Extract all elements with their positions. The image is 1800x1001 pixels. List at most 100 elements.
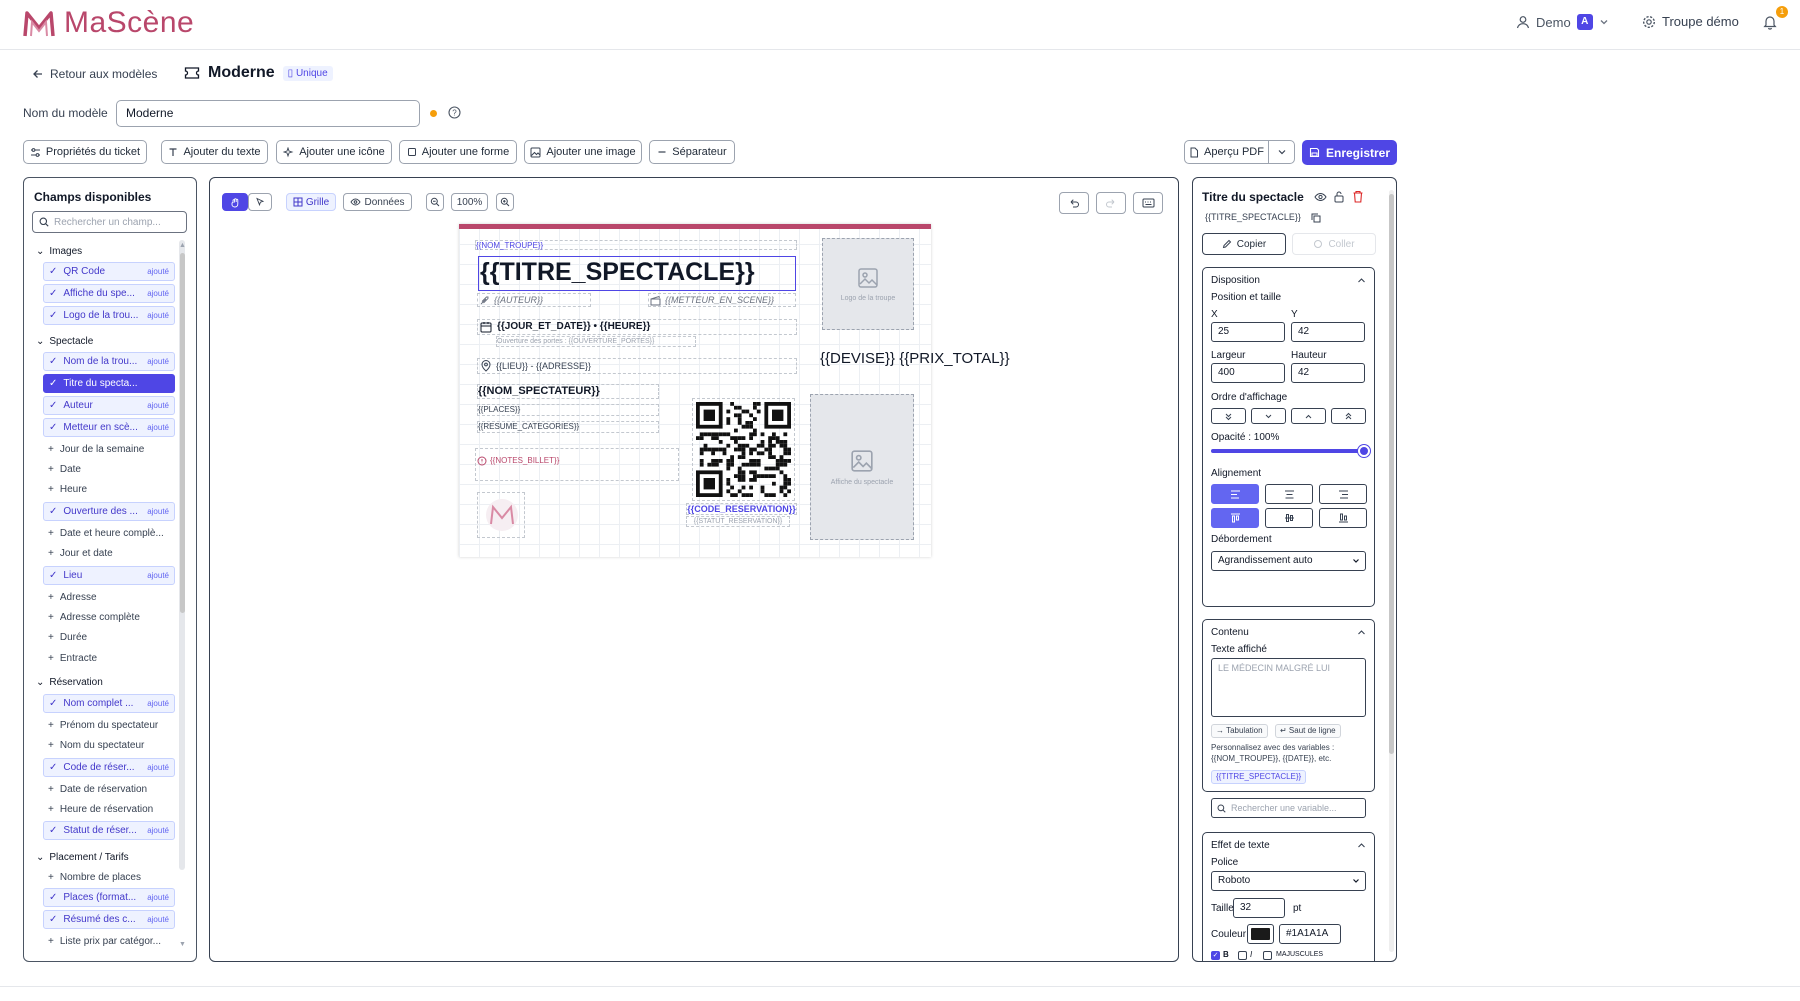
chevron-up-icon[interactable] <box>1357 841 1366 850</box>
newline-chip[interactable]: ↵ Saut de ligne <box>1275 724 1341 738</box>
field-nom-spectateur[interactable]: + Nom du spectateur <box>43 736 175 755</box>
ticket-ouverture[interactable]: Ouverture des portes : {{OUVERTURE_PORTE… <box>496 336 696 347</box>
y-input[interactable]: 42 <box>1291 322 1365 342</box>
ticket-statut[interactable]: {{STATUT_RESERVATION}} <box>686 516 790 527</box>
field-titre-spectacle[interactable]: ✓ Titre du specta... <box>43 374 175 393</box>
brand-logo-icon[interactable] <box>22 8 56 40</box>
data-toggle[interactable]: Données <box>343 193 412 211</box>
field-heure-reservation[interactable]: + Heure de réservation <box>43 800 175 819</box>
section-title[interactable]: Contenu <box>1211 627 1249 638</box>
ticket-jour-heure[interactable]: {{JOUR_ET_DATE}} • {{HEURE}} <box>477 319 797 335</box>
field-code-reservation[interactable]: ✓ Code de réser... ajouté <box>43 758 175 777</box>
scrollbar-thumb[interactable] <box>1389 194 1394 754</box>
field-lieu[interactable]: ✓ Lieu ajouté <box>43 566 175 585</box>
troupe-menu[interactable]: Troupe démo <box>1642 14 1739 29</box>
opacity-slider[interactable] <box>1211 445 1370 457</box>
field-qr-code[interactable]: ✓ QR Code ajouté <box>43 262 175 281</box>
scroll-down-icon[interactable]: ▼ <box>179 941 186 948</box>
zoom-level[interactable]: 100% <box>451 193 488 211</box>
undo-button[interactable] <box>1059 192 1089 214</box>
group-reservation[interactable]: ⌄ Réservation <box>36 677 103 688</box>
chevron-up-icon[interactable] <box>1357 276 1366 285</box>
uppercase-checkbox[interactable] <box>1263 951 1272 960</box>
group-images[interactable]: ⌄ Images <box>36 246 82 257</box>
send-backward-button[interactable] <box>1251 408 1286 424</box>
field-jour-date[interactable]: + Jour et date <box>43 544 175 563</box>
scroll-up-icon[interactable]: ▲ <box>179 242 186 249</box>
field-ouverture[interactable]: ✓ Ouverture des ... ajouté <box>43 502 175 521</box>
copy-icon[interactable] <box>1311 213 1321 223</box>
italic-checkbox[interactable] <box>1238 951 1247 960</box>
paste-style-button[interactable]: Coller <box>1292 233 1376 255</box>
ticket-code-reservation[interactable]: {{CODE_RESERVATION}} <box>686 503 797 515</box>
field-places-format[interactable]: ✓ Places (format... ajouté <box>43 888 175 907</box>
field-nom-complet[interactable]: ✓ Nom complet ... ajouté <box>43 694 175 713</box>
bring-forward-button[interactable] <box>1291 408 1326 424</box>
color-swatch[interactable] <box>1247 924 1274 944</box>
notifications-button[interactable] <box>1762 14 1778 30</box>
ticket-notes[interactable]: {{NOTES_BILLET}} <box>475 448 679 481</box>
align-right-button[interactable] <box>1319 484 1367 504</box>
field-date[interactable]: + Date <box>43 460 175 479</box>
send-to-back-button[interactable] <box>1211 408 1246 424</box>
ticket-logo-placeholder[interactable]: Logo de la troupe <box>822 238 914 330</box>
field-heure[interactable]: + Heure <box>43 480 175 499</box>
help-icon[interactable]: ? <box>448 106 461 119</box>
field-adresse[interactable]: + Adresse <box>43 588 175 607</box>
field-nom-troupe[interactable]: ✓ Nom de la trou... ajouté <box>43 352 175 371</box>
section-title[interactable]: Disposition <box>1211 275 1260 286</box>
ticket-lieu-adresse[interactable]: {{LIEU}} - {{ADRESSE}} <box>477 358 797 374</box>
pdf-preview-button[interactable]: Aperçu PDF <box>1184 140 1269 164</box>
ticket-nom-spectateur[interactable]: {{NOM_SPECTATEUR}} <box>477 384 659 399</box>
font-select[interactable]: Roboto <box>1211 871 1366 891</box>
group-spectacle[interactable]: ⌄ Spectacle <box>36 336 93 347</box>
valign-middle-button[interactable] <box>1265 508 1313 528</box>
ticket-preview[interactable]: {{NOM_TROUPE}} {{TITRE_SPECTACLE}} {{AUT… <box>459 224 931 557</box>
save-button[interactable]: Enregistrer <box>1302 140 1397 165</box>
overflow-select[interactable]: Agrandissement auto <box>1211 551 1366 571</box>
valign-bottom-button[interactable] <box>1319 508 1367 528</box>
field-liste-prix[interactable]: + Liste prix par catégor... <box>43 932 175 951</box>
add-shape-button[interactable]: Ajouter une forme <box>399 140 517 164</box>
tab-chip[interactable]: → Tabulation <box>1211 724 1268 738</box>
x-input[interactable]: 25 <box>1211 322 1285 342</box>
select-tool-button[interactable] <box>248 193 272 211</box>
align-left-button[interactable] <box>1211 484 1259 504</box>
keyboard-shortcuts-button[interactable] <box>1133 192 1163 214</box>
bold-checkbox[interactable]: ✓ <box>1211 951 1220 960</box>
field-jour-semaine[interactable]: + Jour de la semaine <box>43 440 175 459</box>
ticket-nom-troupe[interactable]: {{NOM_TROUPE}} <box>475 240 797 250</box>
grid-toggle[interactable]: Grille <box>286 193 336 211</box>
field-logo[interactable]: ✓ Logo de la trou... ajouté <box>43 306 175 325</box>
size-input[interactable]: 32 <box>1233 898 1285 918</box>
back-link[interactable]: Retour aux modèles <box>32 67 157 81</box>
field-adresse-complete[interactable]: + Adresse complète <box>43 608 175 627</box>
pan-tool-button[interactable] <box>222 193 248 211</box>
chevron-up-icon[interactable] <box>1357 628 1366 637</box>
pdf-preview-dropdown[interactable] <box>1268 140 1295 164</box>
ticket-properties-button[interactable]: Propriétés du ticket <box>23 140 147 164</box>
align-center-button[interactable] <box>1265 484 1313 504</box>
ticket-logo-mark[interactable] <box>477 492 525 538</box>
height-input[interactable]: 42 <box>1291 363 1365 383</box>
separator-button[interactable]: Séparateur <box>649 140 735 164</box>
slider-thumb[interactable] <box>1358 445 1370 457</box>
template-name-input[interactable]: Moderne <box>116 100 420 127</box>
copy-style-button[interactable]: Copier <box>1202 233 1286 255</box>
variable-search-input[interactable]: Rechercher une variable... <box>1211 798 1366 818</box>
add-text-button[interactable]: Ajouter du texte <box>161 140 268 164</box>
field-date-heure[interactable]: + Date et heure complè... <box>43 524 175 543</box>
trash-icon[interactable] <box>1352 190 1364 203</box>
width-input[interactable]: 400 <box>1211 363 1285 383</box>
zoom-out-button[interactable] <box>426 193 444 211</box>
group-placement[interactable]: ⌄ Placement / Tarifs <box>36 852 129 863</box>
field-entracte[interactable]: + Entracte <box>43 649 175 668</box>
ticket-auteur[interactable]: {{AUTEUR}} <box>477 293 591 307</box>
ticket-places[interactable]: {{PLACES}} <box>477 404 659 416</box>
ticket-prix-total[interactable]: {{DEVISE}} {{PRIX_TOTAL}} <box>820 350 1010 367</box>
redo-button[interactable] <box>1096 192 1126 214</box>
valign-top-button[interactable] <box>1211 508 1259 528</box>
ticket-affiche-placeholder[interactable]: Affiche du spectacle <box>810 394 914 540</box>
ticket-metteur[interactable]: {{METTEUR_EN_SCENE}} <box>648 293 796 307</box>
field-affiche[interactable]: ✓ Affiche du spe... ajouté <box>43 284 175 303</box>
